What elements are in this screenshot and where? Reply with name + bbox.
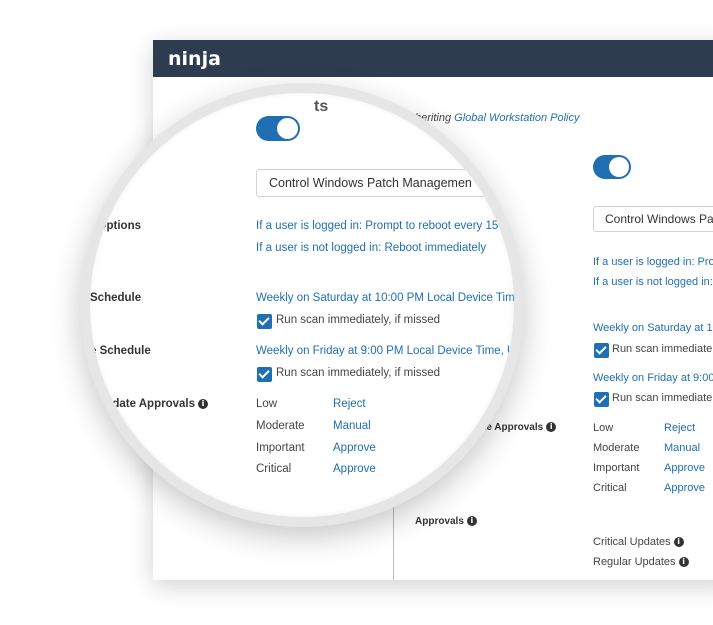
level-moderate-value[interactable]: Manual bbox=[664, 442, 700, 454]
lens-scan-schedule-link[interactable]: Weekly on Saturday at 10:00 PM Local Dev… bbox=[256, 292, 514, 304]
lens-reboot-logged-in-link[interactable]: If a user is logged in: Prompt to reboot… bbox=[256, 220, 498, 232]
lens-level-moderate-value[interactable]: Manual bbox=[333, 420, 371, 432]
lens-install-schedule-label: e Schedule bbox=[90, 345, 151, 357]
lens-reboot-options-label: Options bbox=[97, 220, 141, 232]
critical-updates-text: Critical Updates bbox=[593, 536, 671, 548]
lens-level-low-value[interactable]: Reject bbox=[333, 398, 366, 410]
run-scan-label-2: Run scan immediately, i bbox=[612, 392, 713, 404]
reboot-logged-out-link[interactable]: If a user is not logged in: Reb bbox=[593, 276, 713, 288]
lens-run-scan-checkbox-2[interactable] bbox=[257, 367, 272, 382]
info-icon[interactable]: i bbox=[466, 516, 477, 526]
run-scan-checkbox-2[interactable] bbox=[594, 392, 609, 407]
critical-updates-label: Critical Updates i bbox=[593, 536, 684, 548]
lens-policy-toggle[interactable] bbox=[256, 116, 300, 141]
run-scan-label-1: Run scan immediately, i bbox=[612, 343, 713, 355]
approvals-text: Approvals bbox=[415, 516, 464, 527]
regular-updates-label: Regular Updates i bbox=[593, 556, 689, 568]
lens-run-scan-label-1: Run scan immediately, if missed bbox=[276, 314, 441, 326]
lens-update-approvals-text: pdate Approvals bbox=[105, 398, 195, 410]
run-scan-checkbox-1[interactable] bbox=[594, 343, 609, 358]
reboot-logged-in-link[interactable]: If a user is logged in: Promp bbox=[593, 256, 713, 268]
level-low-value[interactable]: Reject bbox=[664, 422, 695, 434]
policy-toggle[interactable] bbox=[593, 155, 631, 179]
lens-level-critical-label: Critical bbox=[256, 463, 292, 475]
install-schedule-link[interactable]: Weekly on Friday at 9:00 PM bbox=[593, 372, 713, 384]
policy-link[interactable]: Global Workstation Policy bbox=[454, 112, 579, 124]
top-navigation-bar: ninja bbox=[153, 40, 713, 77]
level-important-value[interactable]: Approve bbox=[664, 462, 705, 474]
lens-level-critical-value[interactable]: Approve bbox=[333, 463, 376, 475]
info-icon[interactable]: i bbox=[673, 537, 684, 547]
lens-update-approvals-label: pdate Approvals i bbox=[90, 398, 208, 410]
level-critical-value[interactable]: Approve bbox=[664, 482, 705, 494]
toggle-knob bbox=[277, 118, 298, 139]
level-low-label: Low bbox=[593, 422, 614, 434]
info-icon[interactable]: i bbox=[546, 422, 557, 432]
lens-reboot-logged-out-link[interactable]: If a user is not logged in: Reboot immed… bbox=[256, 242, 486, 254]
ninja-logo[interactable]: ninja bbox=[168, 48, 221, 70]
lens-heading-partial: ts bbox=[314, 98, 329, 115]
level-critical-label: Critical bbox=[593, 482, 627, 494]
lens-install-schedule-link[interactable]: Weekly on Friday at 9:00 PM Local Device… bbox=[256, 345, 514, 357]
level-moderate-label: Moderate bbox=[593, 442, 640, 454]
lens-run-scan-checkbox-1[interactable] bbox=[257, 314, 272, 329]
patch-management-select[interactable]: Control Windows Patch bbox=[593, 206, 713, 232]
toggle-knob bbox=[609, 157, 629, 177]
info-icon[interactable]: i bbox=[678, 557, 689, 567]
lens-level-important-label: Important bbox=[256, 442, 305, 454]
lens-level-moderate-label: Moderate bbox=[256, 420, 305, 432]
lens-run-scan-label-2: Run scan immediately, if missed bbox=[276, 367, 441, 379]
regular-updates-text: Regular Updates bbox=[593, 556, 676, 568]
lens-level-important-value[interactable]: Approve bbox=[333, 442, 376, 454]
magnifier-lens: ts Control Windows Patch Managemen Optio… bbox=[80, 83, 524, 527]
lens-scan-schedule-label: Schedule bbox=[90, 292, 142, 304]
approvals-heading: Approvals i bbox=[415, 516, 477, 527]
lens-level-low-label: Low bbox=[256, 398, 278, 410]
scan-schedule-link[interactable]: Weekly on Saturday at 10:00 bbox=[593, 322, 713, 334]
info-icon[interactable]: i bbox=[198, 399, 208, 409]
inheriting-note: heriting Global Workstation Policy bbox=[415, 112, 579, 124]
level-important-label: Important bbox=[593, 462, 640, 474]
lens-patch-management-select[interactable]: Control Windows Patch Managemen bbox=[256, 169, 506, 197]
